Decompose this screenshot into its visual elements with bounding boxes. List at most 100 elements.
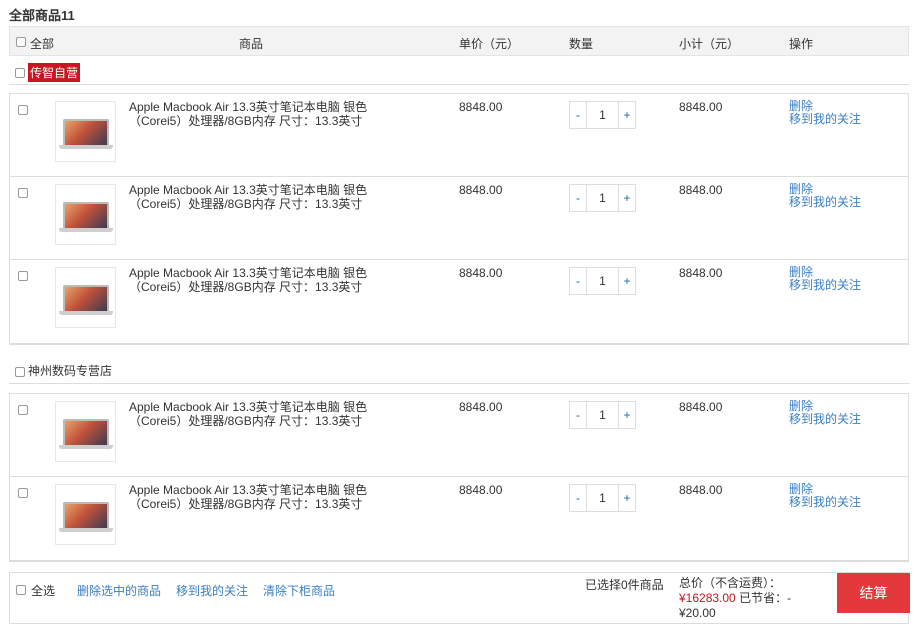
increase-button[interactable]: + — [618, 101, 636, 129]
product-name[interactable]: Apple Macbook Air 13.3英寸笔记本电脑 银色（Corei5）… — [129, 183, 389, 211]
shop-header: 传智自营 — [9, 59, 909, 85]
shop-name: 传智自营 — [28, 63, 81, 82]
header-quantity: 数量 — [569, 37, 594, 51]
product-name[interactable]: Apple Macbook Air 13.3英寸笔记本电脑 银色（Corei5）… — [129, 483, 389, 511]
select-all-checkbox-footer[interactable] — [16, 585, 26, 595]
product-name[interactable]: Apple Macbook Air 13.3英寸笔记本电脑 银色（Corei5）… — [129, 100, 389, 128]
decrease-button[interactable]: - — [569, 184, 587, 212]
product-thumbnail[interactable] — [55, 267, 116, 328]
item-operations: 删除 移到我的关注 — [789, 483, 861, 509]
move-to-follow-link[interactable]: 移到我的关注 — [789, 496, 861, 509]
quantity-stepper: - 1 + — [569, 484, 636, 512]
clear-cart-link[interactable]: 清除下柜商品 — [263, 582, 335, 599]
quantity-stepper: - 1 + — [569, 101, 636, 129]
increase-button[interactable]: + — [618, 484, 636, 512]
shop-name: 神州数码专营店 — [28, 364, 113, 378]
decrease-button[interactable]: - — [569, 267, 587, 295]
laptop-base — [59, 145, 113, 149]
quantity-input[interactable]: 1 — [586, 484, 619, 512]
shop-checkbox[interactable] — [15, 367, 25, 377]
item-operations: 删除 移到我的关注 — [789, 100, 861, 126]
cart-item-row: Apple Macbook Air 13.3英寸笔记本电脑 银色（Corei5）… — [10, 260, 908, 343]
quantity-input[interactable]: 1 — [586, 184, 619, 212]
select-all-checkbox-header[interactable] — [16, 37, 26, 47]
saved-label: 已节省：- — [739, 591, 792, 605]
total-value: ¥16283.00 — [679, 591, 736, 605]
shop-header: 神州数码专营店 — [9, 358, 909, 384]
laptop-image-icon — [63, 502, 109, 528]
laptop-image-icon — [63, 202, 109, 228]
item-checkbox[interactable] — [18, 105, 28, 115]
unit-price: 8848.00 — [459, 400, 503, 414]
quantity-input[interactable]: 1 — [586, 401, 619, 429]
subtotal: 8848.00 — [679, 100, 723, 114]
move-to-follow-link[interactable]: 移到我的关注 — [789, 113, 861, 126]
unit-price: 8848.00 — [459, 266, 503, 280]
laptop-image-icon — [63, 119, 109, 145]
product-name[interactable]: Apple Macbook Air 13.3英寸笔记本电脑 银色（Corei5）… — [129, 266, 389, 294]
subtotal: 8848.00 — [679, 483, 723, 497]
item-operations: 删除 移到我的关注 — [789, 183, 861, 209]
move-to-follow-link[interactable]: 移到我的关注 — [789, 196, 861, 209]
delete-selected-link[interactable]: 删除选中的商品 — [77, 582, 161, 599]
laptop-base — [59, 528, 113, 532]
cart-item-row: Apple Macbook Air 13.3英寸笔记本电脑 银色（Corei5）… — [10, 394, 908, 477]
increase-button[interactable]: + — [618, 184, 636, 212]
cart-table-header: 全部 商品 单价（元） 数量 小计（元） 操作 — [9, 26, 909, 56]
product-thumbnail[interactable] — [55, 401, 116, 462]
unit-price: 8848.00 — [459, 100, 503, 114]
product-thumbnail[interactable] — [55, 101, 116, 162]
item-checkbox[interactable] — [18, 188, 28, 198]
shop-items-group: Apple Macbook Air 13.3英寸笔记本电脑 银色（Corei5）… — [9, 393, 909, 562]
cart-item-row: Apple Macbook Air 13.3英寸笔记本电脑 银色（Corei5）… — [10, 177, 908, 260]
increase-button[interactable]: + — [618, 267, 636, 295]
header-product: 商品 — [239, 37, 264, 51]
product-name[interactable]: Apple Macbook Air 13.3英寸笔记本电脑 银色（Corei5）… — [129, 400, 389, 428]
increase-button[interactable]: + — [618, 401, 636, 429]
quantity-stepper: - 1 + — [569, 267, 636, 295]
laptop-base — [59, 311, 113, 315]
selected-count: 已选择0件商品 — [585, 578, 664, 592]
laptop-image-icon — [63, 419, 109, 445]
quantity-stepper: - 1 + — [569, 401, 636, 429]
subtotal: 8848.00 — [679, 266, 723, 280]
saved-value: ¥20.00 — [679, 606, 716, 620]
shop-checkbox[interactable] — [15, 68, 25, 78]
quantity-input[interactable]: 1 — [586, 101, 619, 129]
quantity-stepper: - 1 + — [569, 184, 636, 212]
item-operations: 删除 移到我的关注 — [789, 266, 861, 292]
move-to-follow-link-footer[interactable]: 移到我的关注 — [176, 582, 248, 599]
subtotal: 8848.00 — [679, 400, 723, 414]
item-operations: 删除 移到我的关注 — [789, 400, 861, 426]
unit-price: 8848.00 — [459, 183, 503, 197]
checkout-button[interactable]: 结算 — [837, 573, 910, 613]
item-checkbox[interactable] — [18, 271, 28, 281]
total-label: 总价（不含运费）： — [679, 576, 782, 590]
header-operation: 操作 — [789, 37, 814, 51]
laptop-base — [59, 228, 113, 232]
subtotal: 8848.00 — [679, 183, 723, 197]
page-title: 全部商品11 — [9, 8, 75, 23]
quantity-input[interactable]: 1 — [586, 267, 619, 295]
move-to-follow-link[interactable]: 移到我的关注 — [789, 279, 861, 292]
header-subtotal: 小计（元） — [679, 37, 740, 51]
unit-price: 8848.00 — [459, 483, 503, 497]
header-all: 全部 — [30, 37, 55, 51]
cart-item-row: Apple Macbook Air 13.3英寸笔记本电脑 银色（Corei5）… — [10, 477, 908, 560]
move-to-follow-link[interactable]: 移到我的关注 — [789, 413, 861, 426]
decrease-button[interactable]: - — [569, 401, 587, 429]
decrease-button[interactable]: - — [569, 101, 587, 129]
shop-items-group: Apple Macbook Air 13.3英寸笔记本电脑 银色（Corei5）… — [9, 93, 909, 345]
laptop-base — [59, 445, 113, 449]
cart-footer: 全选 删除选中的商品 移到我的关注 清除下柜商品 已选择0件商品 总价（不含运费… — [9, 572, 910, 624]
product-thumbnail[interactable] — [55, 484, 116, 545]
product-thumbnail[interactable] — [55, 184, 116, 245]
laptop-image-icon — [63, 285, 109, 311]
cart-item-row: Apple Macbook Air 13.3英寸笔记本电脑 银色（Corei5）… — [10, 94, 908, 177]
header-unit-price: 单价（元） — [459, 37, 520, 51]
total-price-block: 总价（不含运费）： ¥16283.00 已节省：- ¥20.00 — [679, 576, 799, 621]
item-checkbox[interactable] — [18, 488, 28, 498]
item-checkbox[interactable] — [18, 405, 28, 415]
decrease-button[interactable]: - — [569, 484, 587, 512]
select-all-label[interactable]: 全选 — [31, 582, 55, 599]
